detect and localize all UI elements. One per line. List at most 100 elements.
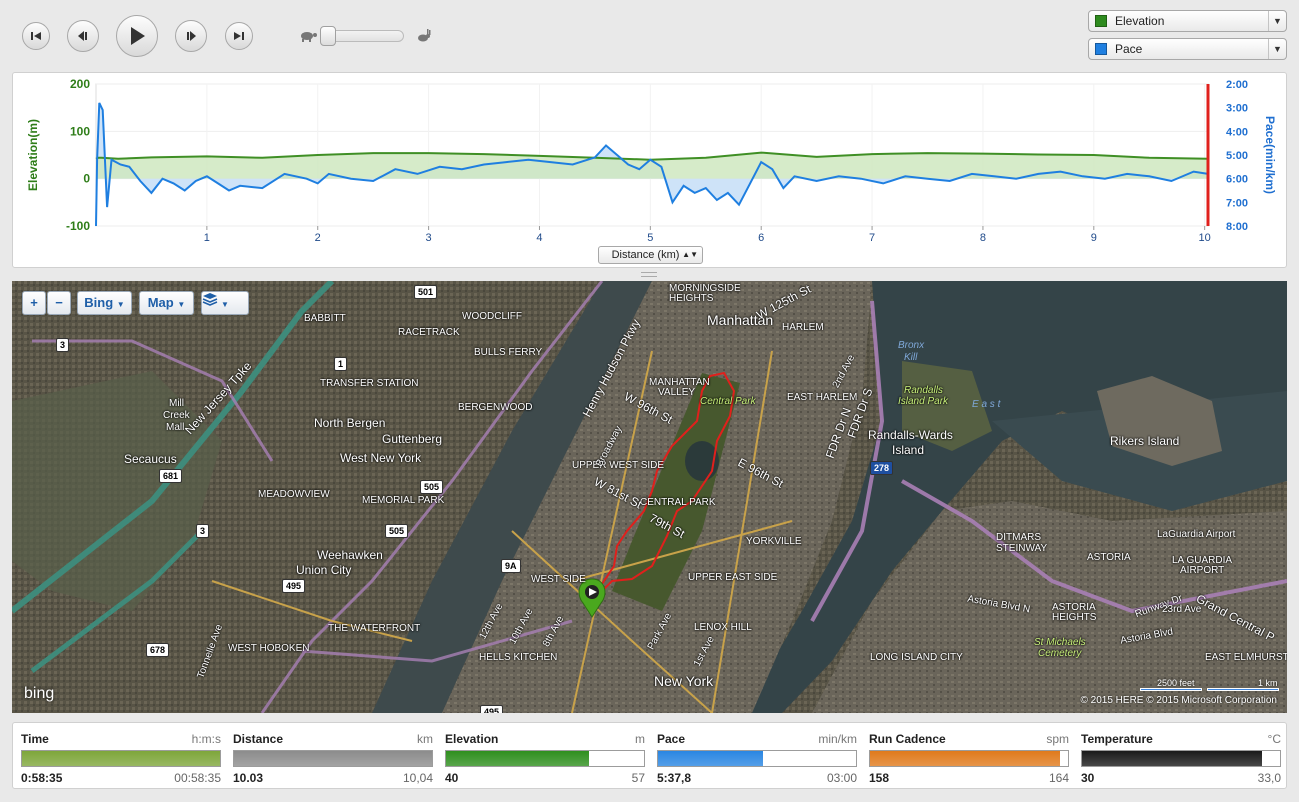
step-back-button[interactable] [67,20,99,52]
map-label: WEST HOBOKEN [228,643,310,654]
resize-grip[interactable] [641,272,657,277]
map-label: LaGuardia Airport [1157,529,1236,540]
series-selector-label: Pace [1115,42,1143,56]
zoom-in-label: + [30,295,38,310]
right-tick-label: 5:00 [1226,150,1248,162]
map-label: Kill [904,352,918,363]
map-type-dropdown[interactable]: Map ▼ [139,291,194,315]
stat-label: Pace [657,732,686,746]
speed-slider[interactable] [298,25,438,47]
map-label: Secaucus [124,452,177,466]
map-type-label: Map [147,295,174,310]
stat-progress-bar [657,750,857,767]
map-provider-label: Bing [84,295,114,310]
map-label: E a s t [972,399,1001,410]
bing-logo: bing [24,685,54,703]
right-tick-label: 4:00 [1226,126,1248,138]
zoom-in-button[interactable]: + [22,291,46,315]
map-label: New York [654,673,714,689]
map-label: WEST SIDE [531,574,586,585]
chevron-down-icon: ▼ [1268,11,1286,31]
x-tick-label: 3 [426,232,432,244]
series-selector-1[interactable]: Elevation ▼ [1088,10,1287,32]
chart-canvas[interactable]: 200 100 0 -100 2:00 3:00 4:00 5:00 6:00 7:00 8:00 1… [13,73,1288,269]
skip-to-start-button[interactable] [22,22,50,50]
distance-selector-label: Distance (km) [611,249,680,261]
stat-label: Distance [233,732,284,746]
map-label: UPPER EAST SIDE [688,572,778,583]
chevron-down-icon: ▼ [1268,39,1286,59]
skip-to-end-button[interactable] [225,22,253,50]
x-tick-label: 4 [536,232,542,244]
map-label: BABBITT [304,313,346,324]
series-selector-2[interactable]: Pace ▼ [1088,38,1287,60]
route-shield: 678 [146,643,170,657]
stat-max: 00:58:35 [174,771,221,785]
map-label: RACETRACK [398,327,460,338]
stat-value: 5:37,8 [657,771,692,785]
stat-progress-fill [1082,751,1263,766]
turtle-icon [301,32,317,42]
map-label: EAST ELMHURST [1205,652,1287,663]
map-provider-dropdown[interactable]: Bing ▼ [77,291,132,315]
route-shield: 3 [56,338,70,352]
route-shield: 495 [282,579,306,593]
stat-label: Run Cadence [869,732,946,746]
right-tick-label: 7:00 [1226,197,1248,209]
bing-logo-text: bing [24,685,55,702]
chevron-down-icon: ▼ [116,300,125,309]
stat-elevation: Elevation m 40 57 [445,723,645,790]
scale-bar-feet [1140,688,1202,691]
map-label: AIRPORT [1180,565,1225,576]
map-label: St Michaels [1034,637,1086,648]
stat-distance: Distance km 10.03 10,04 [233,723,433,790]
map-label: HEIGHTS [1052,612,1097,623]
map-label: Randalls-Wards [868,428,953,442]
stat-time: Time h:m:s 0:58:35 00:58:35 [21,723,221,790]
map-label: LONG ISLAND CITY [870,652,963,663]
route-shield: 278 [870,461,894,475]
stat-value: 30 [1081,771,1095,785]
x-tick-label: 8 [980,232,986,244]
stat-pace: Pace min/km 5:37,8 03:00 [657,723,857,790]
map-label: TRANSFER STATION [320,378,419,389]
map-label: Island [892,443,925,457]
map-label: BULLS FERRY [474,347,543,358]
stat-max: 33,0 [1257,771,1281,785]
left-axis-title: Elevation(m) [26,119,40,191]
speed-thumb[interactable] [320,26,336,46]
map-label: UPPER WEST SIDE [572,460,665,471]
map-copyright: © 2015 HERE © 2015 Microsoft Corporation [1080,695,1278,706]
play-button[interactable] [116,15,158,57]
elevation-pace-chart[interactable]: 200 100 0 -100 2:00 3:00 4:00 5:00 6:00 7:00 8:00 1… [12,72,1287,268]
layers-icon [202,293,218,306]
route-shield: 495 [480,705,504,713]
map-label: BERGENWOOD [458,402,533,413]
step-forward-button[interactable] [175,20,207,52]
stat-unit: min/km [818,732,857,746]
map-label: LENOX HILL [694,622,752,633]
map-label: MEMORIAL PARK [362,495,445,506]
stat-max: 03:00 [826,771,857,785]
x-tick-label: 2 [315,232,321,244]
map-label: MEADOWVIEW [258,489,330,500]
left-tick-label: 0 [83,172,90,186]
stat-label: Temperature [1081,732,1153,746]
stat-progress-bar [233,750,433,767]
route-map[interactable]: + − Bing ▼ Map ▼ ▼ Manhattan New York No… [12,281,1287,713]
stats-bar: Time h:m:s 0:58:35 00:58:35 Distance km 10.03 1… [12,722,1287,789]
rabbit-icon [418,29,431,42]
right-axis-title: Pace(min/km) [1263,116,1277,194]
map-layers-dropdown[interactable]: ▼ [201,291,249,315]
map-label: CENTRAL PARK [640,497,716,508]
left-tick-label: 200 [70,77,90,91]
distance-axis-selector[interactable]: Distance (km) ▲▼ [598,246,703,264]
route-shield: 3 [196,524,210,538]
map-label: Union City [296,563,352,577]
right-tick-label: 2:00 [1226,79,1248,91]
step-back-icon [78,31,87,41]
chevron-down-icon: ▼ [177,300,186,309]
left-tick-label: 100 [70,124,90,138]
stat-progress-bar [21,750,221,767]
zoom-out-button[interactable]: − [47,291,71,315]
